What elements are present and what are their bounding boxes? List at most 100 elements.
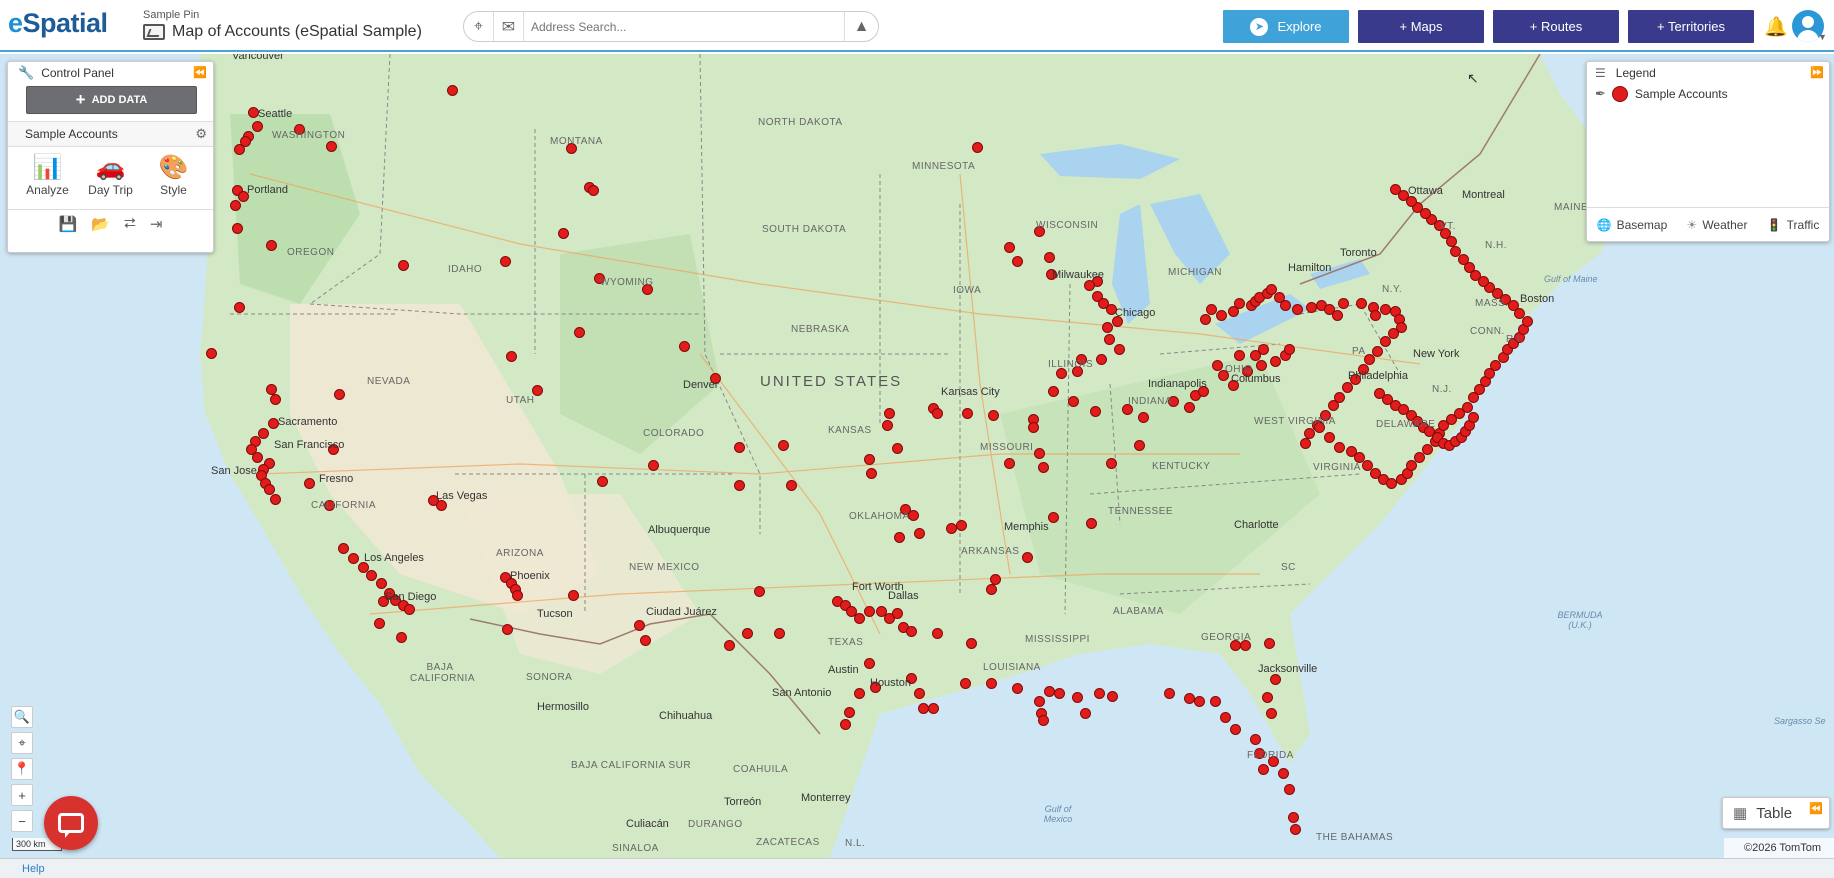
add-maps-button[interactable]: + Maps [1358, 10, 1484, 43]
account-pin[interactable] [1270, 356, 1281, 367]
account-pin[interactable] [634, 620, 645, 631]
analyze-tool[interactable]: 📊 Analyze [22, 151, 74, 203]
account-pin[interactable] [1334, 442, 1345, 453]
account-pin[interactable] [500, 256, 511, 267]
account-pin[interactable] [1210, 696, 1221, 707]
account-pin[interactable] [1278, 768, 1289, 779]
account-pin[interactable] [966, 638, 977, 649]
account-pin[interactable] [1048, 512, 1059, 523]
account-pin[interactable] [568, 590, 579, 601]
account-pin[interactable] [1200, 314, 1211, 325]
account-pin[interactable] [1184, 402, 1195, 413]
account-pin[interactable] [864, 454, 875, 465]
account-pin[interactable] [894, 532, 905, 543]
account-pin[interactable] [1044, 252, 1055, 263]
account-pin[interactable] [1458, 254, 1469, 265]
explore-button[interactable]: ➤ Explore [1223, 10, 1349, 43]
account-pin[interactable] [1370, 310, 1381, 321]
address-search-input[interactable] [524, 13, 844, 40]
account-pin[interactable] [338, 543, 349, 554]
account-pin[interactable] [396, 632, 407, 643]
account-pin[interactable] [1106, 458, 1117, 469]
folder-open-icon[interactable]: 📂 [91, 215, 110, 233]
account-pin[interactable] [1134, 440, 1145, 451]
account-pin[interactable] [882, 420, 893, 431]
account-pin[interactable] [1102, 322, 1113, 333]
notification-bell-icon[interactable]: 🔔 [1764, 15, 1788, 39]
zoom-in-button[interactable]: + [11, 784, 33, 806]
account-pin[interactable] [724, 640, 735, 651]
account-pin[interactable] [1216, 310, 1227, 321]
add-territories-button[interactable]: + Territories [1628, 10, 1754, 43]
account-pin[interactable] [1107, 691, 1118, 702]
espatial-logo[interactable]: eSpatial [8, 8, 108, 39]
account-pin[interactable] [648, 460, 659, 471]
table-button[interactable]: ▦ Table ⏪ [1722, 797, 1830, 829]
traffic-button[interactable]: 🚦 Traffic [1767, 218, 1820, 232]
account-pin[interactable] [1356, 298, 1367, 309]
account-pin[interactable] [1266, 708, 1277, 719]
account-pin[interactable] [304, 478, 315, 489]
account-pin[interactable] [1288, 812, 1299, 823]
account-pin[interactable] [742, 628, 753, 639]
account-pin[interactable] [986, 584, 997, 595]
account-pin[interactable] [854, 688, 865, 699]
account-pin[interactable] [404, 604, 415, 615]
account-pin[interactable] [1230, 724, 1241, 735]
account-pin[interactable] [1234, 298, 1245, 309]
account-pin[interactable] [734, 442, 745, 453]
help-link[interactable]: Help [22, 863, 45, 875]
account-pin[interactable] [1332, 310, 1343, 321]
expand-icon[interactable]: ⏩ [1810, 66, 1824, 79]
account-pin[interactable] [754, 586, 765, 597]
account-pin[interactable] [1086, 518, 1097, 529]
street-view-icon[interactable]: 📍 [11, 758, 33, 780]
account-pin[interactable] [1038, 462, 1049, 473]
account-pin[interactable] [1038, 715, 1049, 726]
account-pin[interactable] [914, 528, 925, 539]
account-pin[interactable] [1324, 432, 1335, 443]
account-pin[interactable] [1290, 824, 1301, 835]
account-pin[interactable] [884, 408, 895, 419]
account-pin[interactable] [1034, 448, 1045, 459]
account-pin[interactable] [374, 618, 385, 629]
account-pin[interactable] [1114, 344, 1125, 355]
account-pin[interactable] [558, 228, 569, 239]
account-pin[interactable] [252, 121, 263, 132]
save-warning-icon[interactable]: 💾 [59, 215, 78, 233]
account-pin[interactable] [1094, 688, 1105, 699]
account-pin[interactable] [892, 608, 903, 619]
account-pin[interactable] [206, 348, 217, 359]
account-pin[interactable] [1262, 692, 1273, 703]
account-pin[interactable] [962, 408, 973, 419]
account-pin[interactable] [864, 606, 875, 617]
account-pin[interactable] [932, 628, 943, 639]
collapse-icon[interactable]: ⏪ [193, 66, 207, 79]
comment-pin-icon[interactable]: ✉ [494, 12, 524, 41]
account-pin[interactable] [234, 302, 245, 313]
account-pin[interactable] [252, 452, 263, 463]
account-pin[interactable] [1258, 764, 1269, 775]
account-pin[interactable] [1338, 298, 1349, 309]
account-pin[interactable] [864, 658, 875, 669]
zoom-box-icon[interactable]: 🔍 [11, 706, 33, 728]
account-pin[interactable] [1220, 712, 1231, 723]
account-pin[interactable] [734, 480, 745, 491]
style-tool[interactable]: 🎨 Style [148, 151, 200, 203]
legend-item-sample-accounts[interactable]: ✒ Sample Accounts [1587, 84, 1829, 104]
account-pin[interactable] [270, 494, 281, 505]
account-pin[interactable] [1390, 184, 1401, 195]
account-pin[interactable] [230, 200, 241, 211]
account-pin[interactable] [1270, 674, 1281, 685]
account-pin[interactable] [854, 613, 865, 624]
territory-search-icon[interactable]: ▲ [844, 12, 878, 41]
account-pin[interactable] [1450, 246, 1461, 257]
chat-button[interactable] [44, 796, 98, 850]
gear-icon[interactable]: ⚙ [195, 126, 207, 142]
account-pin[interactable] [348, 553, 359, 564]
account-pin[interactable] [1084, 280, 1095, 291]
add-data-button[interactable]: + ADD DATA [26, 86, 197, 114]
account-pin[interactable] [376, 578, 387, 589]
account-pin[interactable] [326, 141, 337, 152]
map-title[interactable]: Map of Accounts (eSpatial Sample) [172, 23, 422, 41]
